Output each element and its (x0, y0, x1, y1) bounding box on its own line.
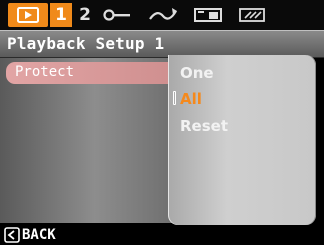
tab-effects[interactable] (146, 3, 180, 27)
back-button[interactable]: BACK (4, 226, 56, 244)
selection-marker (173, 91, 176, 105)
chevron-left-icon (4, 227, 20, 243)
tab-page-1[interactable]: 1 (50, 3, 72, 27)
submenu-panel: One All Reset (168, 55, 316, 225)
option-reset[interactable]: Reset (180, 117, 228, 135)
back-label: BACK (22, 227, 56, 243)
option-one[interactable]: One (180, 64, 214, 82)
camera-menu-screen: 1 2 Playback Setup 1 Protect One All Res… (0, 0, 324, 245)
tab-bar: 1 2 (0, 0, 324, 30)
internal-memory-icon (239, 8, 265, 22)
menu-item-protect[interactable]: Protect (6, 62, 174, 84)
tab-internal-memory[interactable] (234, 3, 270, 27)
playback-icon (17, 7, 39, 23)
tab-playback[interactable] (8, 3, 48, 27)
curve-icon (149, 8, 177, 20)
tab-memory-card[interactable] (190, 3, 226, 27)
title-bar: Playback Setup 1 (0, 30, 324, 58)
option-all[interactable]: All (180, 90, 202, 108)
tab-setup[interactable] (100, 3, 134, 27)
page-title: Playback Setup 1 (7, 34, 165, 53)
bottom-bar: BACK (0, 225, 324, 245)
menu-item-label: Protect (15, 64, 75, 80)
menu-list: Protect (0, 58, 174, 223)
wrench-icon (103, 9, 130, 21)
tab-page-2[interactable]: 2 (74, 3, 96, 27)
memory-card-icon (194, 8, 222, 22)
